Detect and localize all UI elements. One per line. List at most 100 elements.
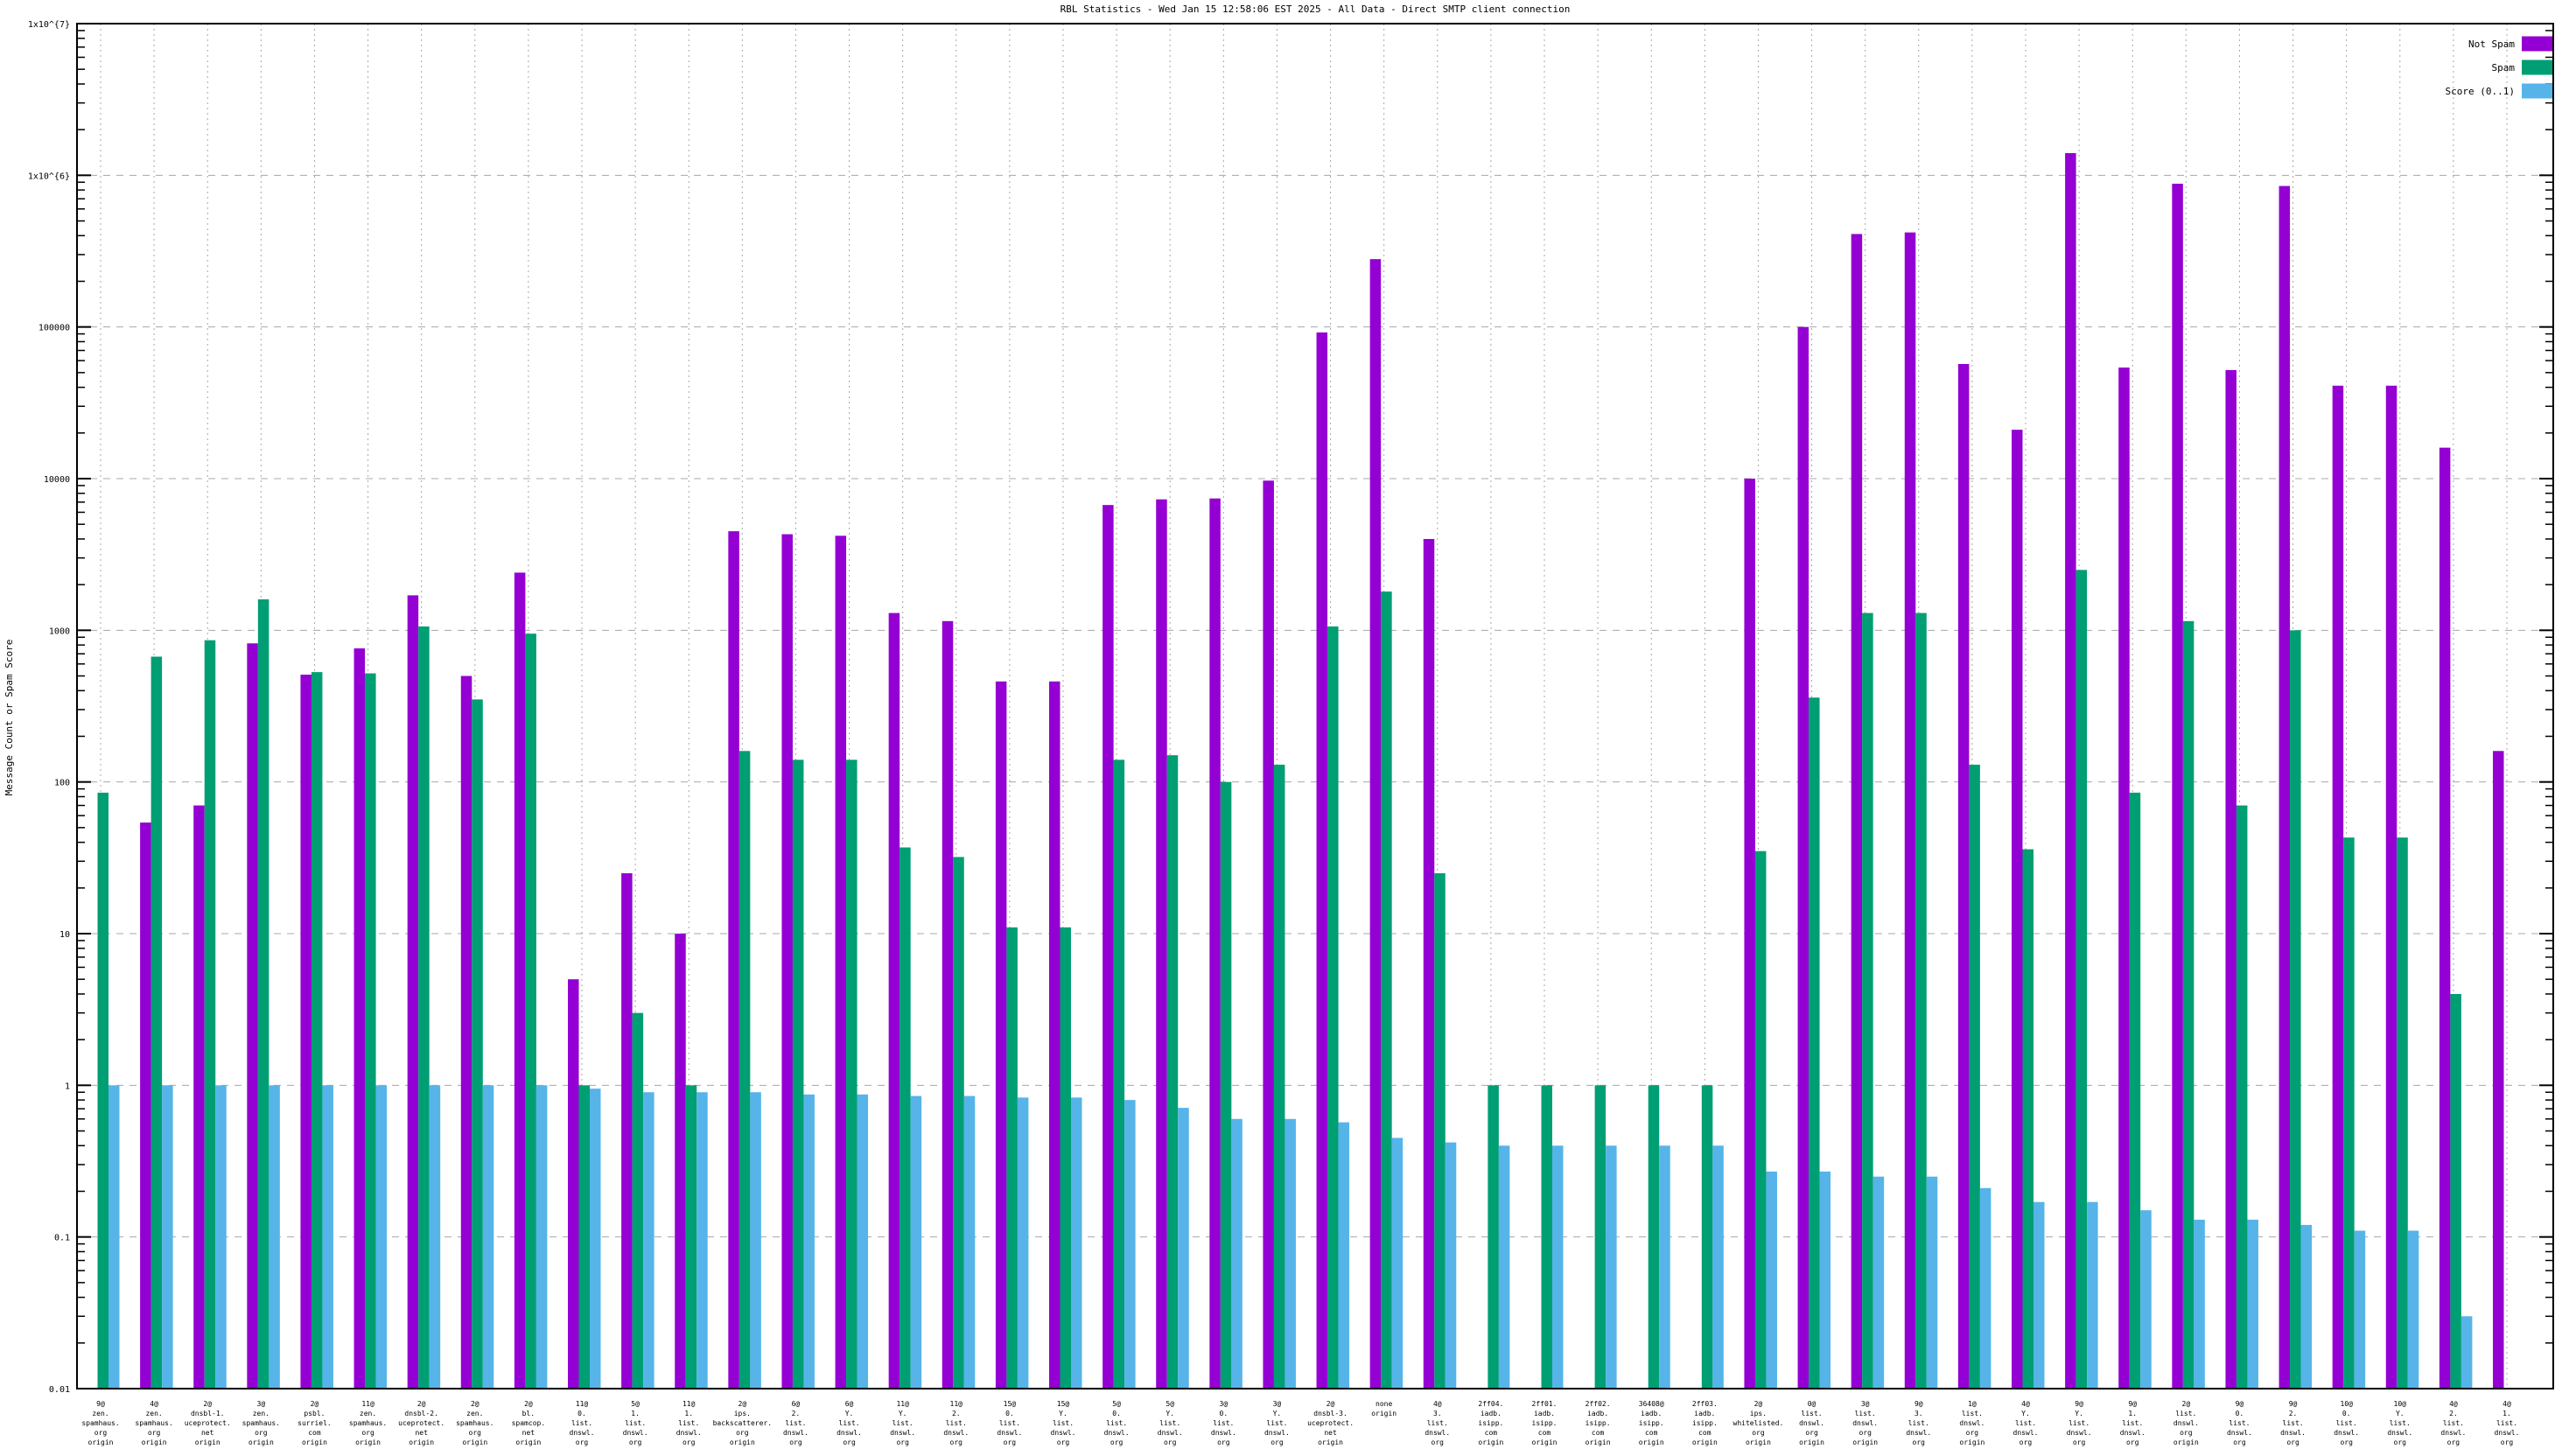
x-tick-label: 3@ — [1861, 1400, 1870, 1408]
bar-not-spam — [675, 934, 686, 1389]
bar-score — [1659, 1145, 1670, 1389]
bar-score — [2194, 1220, 2205, 1389]
x-tick-label: dnswl. — [2440, 1429, 2466, 1437]
bar-not-spam — [2440, 448, 2451, 1389]
bar-not-spam — [140, 822, 151, 1389]
bar-not-spam — [2386, 386, 2398, 1389]
bar-spam — [793, 760, 804, 1389]
x-tick-label: org — [94, 1429, 108, 1437]
x-tick-label: org — [2286, 1438, 2300, 1446]
x-tick-label: list. — [678, 1419, 699, 1427]
x-tick-label: dnswl. — [2280, 1429, 2306, 1437]
x-tick-label: 6@ — [792, 1400, 801, 1408]
x-tick-label: 4@ — [2021, 1400, 2030, 1408]
x-tick-label: 15@ — [1004, 1400, 1017, 1408]
x-tick-label: 0. — [2236, 1410, 2244, 1418]
x-tick-label: 11@ — [361, 1400, 374, 1408]
bar-spam — [2450, 994, 2461, 1389]
x-tick-label: dnswl. — [1104, 1429, 1130, 1437]
x-tick-label: org — [1858, 1429, 1872, 1437]
x-tick-label: list. — [946, 1419, 967, 1427]
x-tick-label: spamhaus. — [349, 1419, 387, 1427]
x-tick-label: Y. — [2396, 1410, 2404, 1418]
x-tick-label: 2ff04. — [1478, 1400, 1503, 1408]
x-tick-label: 11@ — [682, 1400, 696, 1408]
x-tick-label: whitelisted. — [1733, 1419, 1784, 1427]
x-tick-label: Y. — [845, 1410, 854, 1418]
x-tick-label: zen. — [92, 1410, 108, 1418]
x-tick-label: 6@ — [845, 1400, 854, 1408]
y-tick-label: 1000 — [49, 626, 70, 636]
bar-spam — [633, 1013, 644, 1389]
plot-area: RBL Statistics - Wed Jan 15 12:58:06 EST… — [0, 0, 2576, 1449]
bar-spam — [846, 760, 858, 1389]
y-tick-label: 100 — [54, 779, 70, 788]
x-tick-label: 3@ — [1273, 1400, 1282, 1408]
bar-spam — [2343, 837, 2355, 1389]
x-tick-label: iadb. — [1641, 1410, 1662, 1418]
bar-score — [1018, 1097, 1029, 1389]
x-tick-label: 2. — [2289, 1410, 2298, 1418]
bar-not-spam — [1156, 500, 1167, 1389]
bar-spam — [1969, 765, 1980, 1389]
bar-not-spam — [942, 621, 954, 1389]
x-tick-label: list. — [1266, 1419, 1287, 1427]
bar-not-spam — [1049, 682, 1060, 1389]
bar-spam — [579, 1085, 591, 1389]
bar-spam — [1327, 626, 1339, 1389]
x-tick-label: org — [1913, 1438, 1926, 1446]
x-tick-label: 0. — [578, 1410, 586, 1418]
x-tick-label: list. — [2015, 1419, 2036, 1427]
x-tick-label: net — [201, 1429, 214, 1437]
x-tick-label: dnswl. — [2174, 1419, 2199, 1427]
bar-spam — [2130, 793, 2141, 1389]
x-tick-label: isipp. — [1478, 1419, 1503, 1427]
x-tick-label: dnswl. — [1211, 1429, 1236, 1437]
x-tick-label: 1. — [2128, 1410, 2137, 1418]
x-tick-label: iadb. — [1587, 1410, 1608, 1418]
x-tick-label: 9@ — [2236, 1400, 2244, 1408]
bar-not-spam — [408, 595, 419, 1389]
x-tick-label: 2. — [952, 1410, 961, 1418]
x-tick-label: org — [1270, 1438, 1284, 1446]
x-tick-label: list. — [1159, 1419, 1180, 1427]
bar-score — [1339, 1123, 1350, 1389]
bar-spam — [1595, 1085, 1606, 1389]
x-tick-label: 11@ — [950, 1400, 963, 1408]
x-tick-label: Y. — [2021, 1410, 2030, 1418]
x-tick-label: list. — [785, 1419, 806, 1427]
x-tick-label: ips. — [734, 1410, 751, 1418]
x-tick-label: dnswl. — [1158, 1429, 1183, 1437]
x-tick-label: spamhaus. — [81, 1419, 119, 1427]
x-tick-label: org — [2394, 1438, 2407, 1446]
x-tick-label: net — [1324, 1429, 1337, 1437]
bar-not-spam — [728, 531, 739, 1389]
x-tick-label: dnswl. — [1906, 1429, 1931, 1437]
x-tick-label: 0. — [1220, 1410, 1228, 1418]
x-tick-label: Y. — [899, 1410, 907, 1418]
bar-score — [1873, 1177, 1885, 1389]
bar-not-spam — [193, 806, 205, 1389]
x-tick-label: iadb. — [1480, 1410, 1502, 1418]
bar-not-spam — [2065, 153, 2076, 1389]
legend-label: Score (0..1) — [2446, 86, 2515, 97]
legend-swatch — [2522, 84, 2552, 99]
x-tick-label: list. — [2122, 1419, 2143, 1427]
x-tick-label: 5@ — [1112, 1400, 1121, 1408]
x-tick-label: dnswl. — [2067, 1429, 2092, 1437]
x-tick-label: com — [308, 1429, 321, 1437]
x-tick-label: list. — [2443, 1419, 2464, 1427]
x-tick-label: org — [148, 1429, 161, 1437]
bar-score — [1820, 1172, 1831, 1389]
x-tick-label: list. — [1427, 1419, 1448, 1427]
bar-score — [483, 1085, 494, 1389]
x-tick-label: 15@ — [1057, 1400, 1070, 1408]
bar-score — [1980, 1188, 1992, 1389]
x-tick-label: origin — [1639, 1438, 1664, 1446]
bar-spam — [365, 674, 376, 1389]
bar-not-spam — [2012, 430, 2023, 1389]
x-tick-label: zen. — [145, 1410, 162, 1418]
x-tick-label: org — [1057, 1438, 1070, 1446]
x-tick-label: dnswl. — [1264, 1429, 1290, 1437]
x-tick-label: 1. — [2502, 1410, 2511, 1418]
